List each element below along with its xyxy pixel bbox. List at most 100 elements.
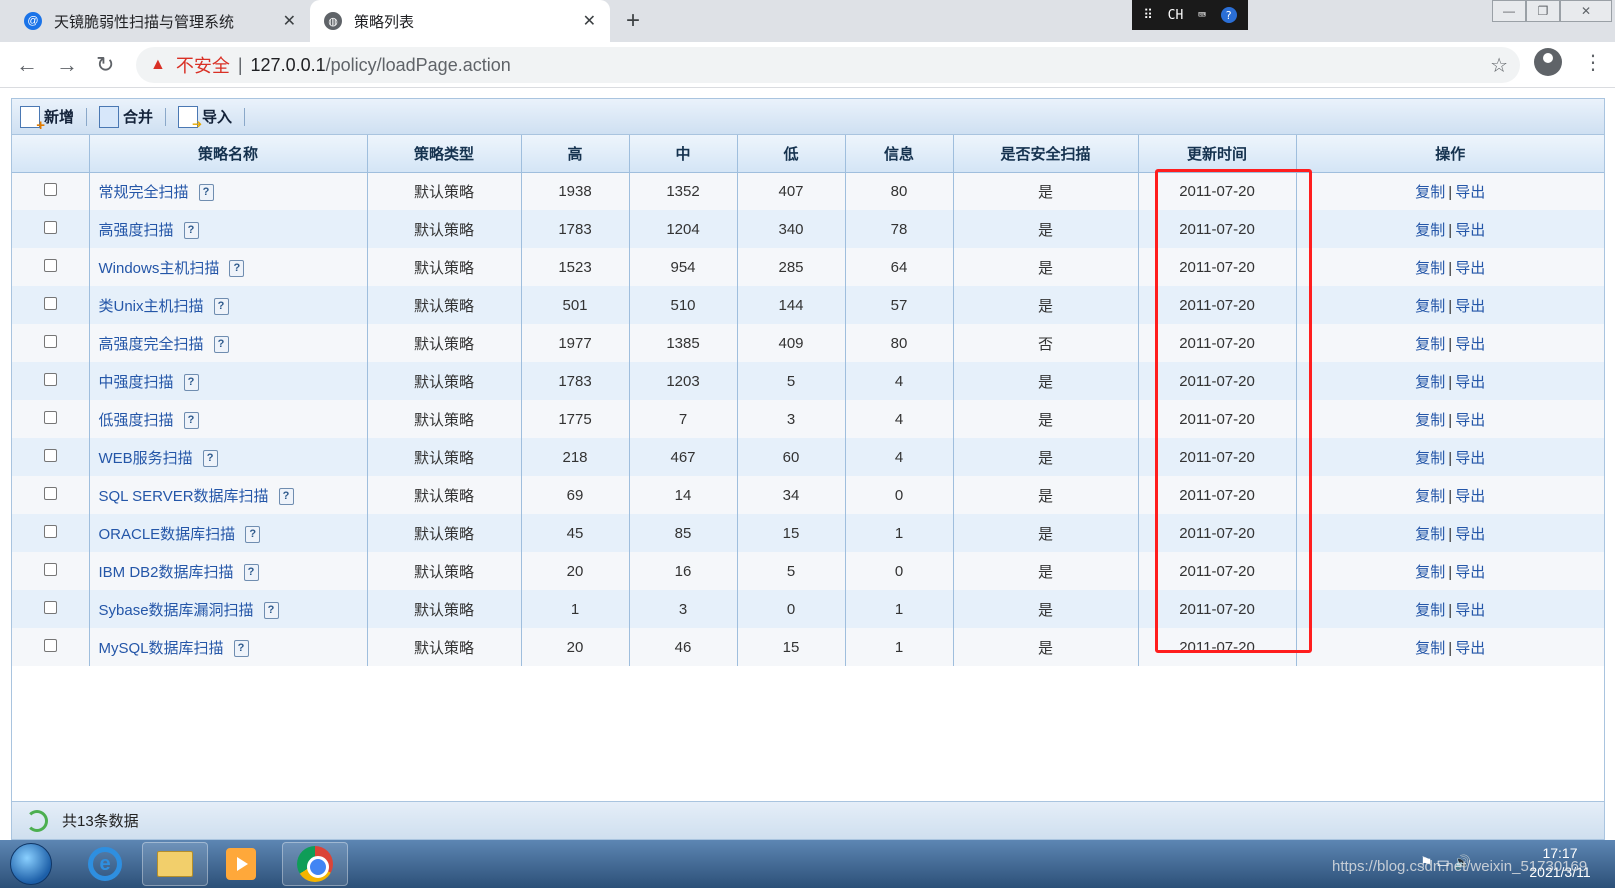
export-link[interactable]: 导出 [1455,602,1485,619]
policy-name-link[interactable]: WEB服务扫描 [99,450,193,467]
bookmark-star-icon[interactable]: ☆ [1490,53,1508,78]
export-link[interactable]: 导出 [1455,450,1485,467]
export-link[interactable]: 导出 [1455,488,1485,505]
row-checkbox[interactable] [43,638,57,652]
help-icon[interactable]: ? [202,450,218,468]
add-policy-button[interactable]: 新增 [20,105,74,134]
help-icon[interactable]: ? [198,184,214,202]
url-input[interactable]: ▲ 不安全 | 127.0.0.1 /policy/loadPage.actio… [136,47,1520,83]
copy-link[interactable]: 复制 [1415,488,1445,505]
browser-menu-icon[interactable]: ⋮ [1583,50,1603,75]
help-icon[interactable]: ? [243,564,259,582]
minimize-icon[interactable]: — [1492,0,1526,22]
export-link[interactable]: 导出 [1455,564,1485,581]
policy-name-link[interactable]: ORACLE数据库扫描 [99,526,236,543]
copy-link[interactable]: 复制 [1415,184,1445,201]
header-low[interactable]: 低 [737,135,846,173]
profile-avatar-icon[interactable] [1534,48,1562,76]
copy-link[interactable]: 复制 [1415,298,1445,315]
row-checkbox[interactable] [43,448,57,462]
export-link[interactable]: 导出 [1455,184,1485,201]
window-close-icon[interactable]: ✕ [1560,0,1612,22]
copy-link[interactable]: 复制 [1415,412,1445,429]
policy-name-link[interactable]: IBM DB2数据库扫描 [99,564,234,581]
row-checkbox[interactable] [43,524,57,538]
help-icon[interactable]: ? [183,412,199,430]
row-checkbox[interactable] [43,562,57,576]
import-policy-button[interactable]: 导入 [178,105,232,131]
row-checkbox[interactable] [43,258,57,272]
start-button-icon[interactable] [10,843,52,885]
export-link[interactable]: 导出 [1455,640,1485,657]
row-checkbox[interactable] [43,220,57,234]
header-high[interactable]: 高 [521,135,630,173]
header-policy-name[interactable]: 策略名称 [89,135,368,173]
export-link[interactable]: 导出 [1455,298,1485,315]
export-link[interactable]: 导出 [1455,260,1485,277]
export-link[interactable]: 导出 [1455,412,1485,429]
policy-name-link[interactable]: SQL SERVER数据库扫描 [99,488,269,505]
export-link[interactable]: 导出 [1455,526,1485,543]
help-icon[interactable]: ? [213,336,229,354]
warning-icon[interactable]: ▲ [150,56,166,74]
new-tab-button[interactable]: + [626,7,640,35]
security-status[interactable]: 不安全 [176,52,230,78]
restore-icon[interactable]: ❐ [1526,0,1560,22]
forward-arrow-icon[interactable]: → [56,52,78,78]
policy-name-link[interactable]: 高强度扫描 [99,222,174,239]
copy-link[interactable]: 复制 [1415,336,1445,353]
copy-link[interactable]: 复制 [1415,602,1445,619]
ime-help-icon[interactable]: ? [1220,7,1237,23]
policy-name-link[interactable]: Windows主机扫描 [99,260,220,277]
help-icon[interactable]: ? [213,298,229,316]
header-info[interactable]: 信息 [845,135,954,173]
export-link[interactable]: 导出 [1455,336,1485,353]
merge-policy-button[interactable]: 合并 [99,105,153,128]
reload-icon[interactable]: ↻ [96,52,114,78]
help-icon[interactable]: ? [233,640,249,658]
row-checkbox[interactable] [43,334,57,348]
header-updated[interactable]: 更新时间 [1138,135,1297,173]
row-checkbox[interactable] [43,372,57,386]
copy-link[interactable]: 复制 [1415,640,1445,657]
copy-link[interactable]: 复制 [1415,450,1445,467]
header-policy-type[interactable]: 策略类型 [367,135,522,173]
close-tab-icon[interactable]: ✕ [283,11,296,31]
header-safe-scan[interactable]: 是否安全扫描 [953,135,1139,173]
policy-name-link[interactable]: MySQL数据库扫描 [99,640,224,657]
policy-name-link[interactable]: 常规完全扫描 [99,184,189,201]
policy-name-link[interactable]: 高强度完全扫描 [99,336,204,353]
help-icon[interactable]: ? [245,526,261,544]
help-icon[interactable]: ? [183,222,199,240]
copy-link[interactable]: 复制 [1415,374,1445,391]
help-icon[interactable]: ? [263,602,279,620]
header-medium[interactable]: 中 [629,135,738,173]
row-checkbox[interactable] [43,410,57,424]
row-checkbox[interactable] [43,182,57,196]
ime-indicator[interactable]: ⠿ CH ⌨ ? [1132,0,1248,30]
export-link[interactable]: 导出 [1455,222,1485,239]
policy-name-link[interactable]: Sybase数据库漏洞扫描 [99,602,254,619]
row-checkbox[interactable] [43,486,57,500]
media-player-icon[interactable] [208,842,274,886]
tab-policy-list[interactable]: ◍ 策略列表 ✕ [310,0,610,42]
back-arrow-icon[interactable]: ← [16,52,38,78]
export-link[interactable]: 导出 [1455,374,1485,391]
help-icon[interactable]: ? [229,260,245,278]
copy-link[interactable]: 复制 [1415,222,1445,239]
copy-link[interactable]: 复制 [1415,260,1445,277]
refresh-icon[interactable] [26,809,48,832]
file-explorer-icon[interactable] [142,842,208,886]
help-icon[interactable]: ? [278,488,294,506]
policy-name-link[interactable]: 中强度扫描 [99,374,174,391]
close-tab-icon[interactable]: ✕ [583,11,596,31]
row-checkbox[interactable] [43,600,57,614]
copy-link[interactable]: 复制 [1415,564,1445,581]
row-checkbox[interactable] [43,296,57,310]
chrome-icon[interactable] [282,842,348,886]
internet-explorer-icon[interactable]: e [72,842,138,886]
policy-name-link[interactable]: 类Unix主机扫描 [99,298,204,315]
tab-scanner-home[interactable]: @ 天镜脆弱性扫描与管理系统 ✕ [10,0,310,42]
help-icon[interactable]: ? [183,374,199,392]
copy-link[interactable]: 复制 [1415,526,1445,543]
